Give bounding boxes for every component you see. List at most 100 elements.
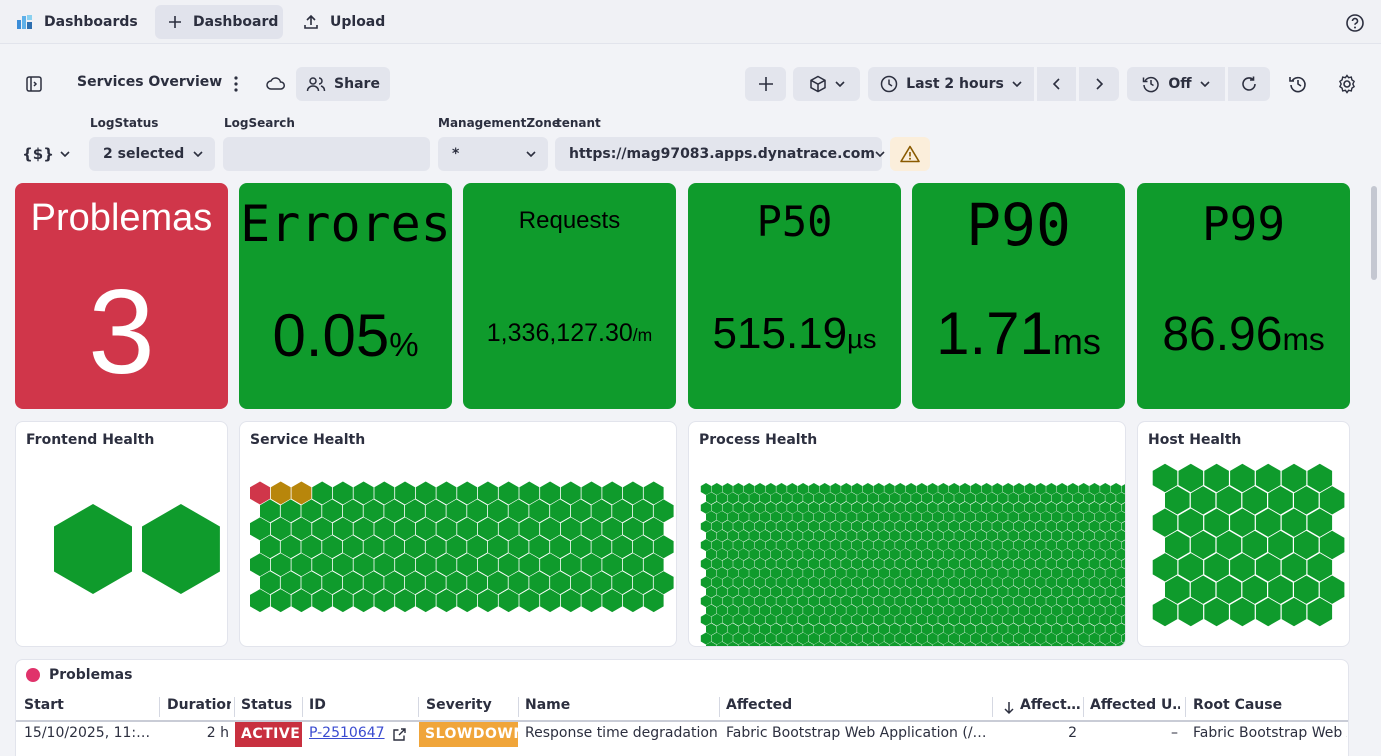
- health-hexagon[interactable]: [415, 481, 436, 505]
- health-hexagon[interactable]: [1062, 548, 1073, 561]
- health-hexagon[interactable]: [1100, 501, 1111, 514]
- health-hexagon[interactable]: [1062, 511, 1073, 523]
- health-hexagon[interactable]: [905, 520, 917, 533]
- health-hexagon[interactable]: [540, 589, 560, 613]
- health-hexagon[interactable]: [965, 548, 976, 561]
- health-hexagon[interactable]: [1083, 548, 1095, 561]
- health-hexagon[interactable]: [632, 571, 653, 595]
- health-hexagon[interactable]: [395, 589, 415, 613]
- health-hexagon[interactable]: [1013, 483, 1025, 495]
- health-hexagon[interactable]: [975, 585, 987, 598]
- health-hexagon[interactable]: [905, 501, 917, 514]
- health-hexagon[interactable]: [1008, 529, 1019, 542]
- health-hexagon[interactable]: [1094, 492, 1105, 505]
- health-hexagon[interactable]: [581, 481, 602, 505]
- health-hexagon[interactable]: [363, 499, 384, 523]
- health-hexagon[interactable]: [1067, 557, 1079, 570]
- health-hexagon[interactable]: [1281, 553, 1307, 582]
- health-hexagon[interactable]: [916, 576, 927, 589]
- health-hexagon[interactable]: [1067, 501, 1079, 514]
- health-hexagon[interactable]: [1178, 463, 1204, 493]
- health-hexagon[interactable]: [905, 557, 917, 570]
- health-hexagon[interactable]: [1072, 623, 1084, 636]
- health-hexagon[interactable]: [1100, 483, 1111, 495]
- process-health-panel[interactable]: Process Health: [688, 421, 1126, 647]
- upload-button[interactable]: Upload: [290, 5, 397, 39]
- column-divider[interactable]: [992, 697, 993, 717]
- column-header-affected-users[interactable]: Affected U…: [1090, 697, 1180, 721]
- health-hexagon[interactable]: [270, 553, 291, 577]
- dashboards-app-button[interactable]: Dashboards: [4, 5, 150, 39]
- health-hexagon[interactable]: [981, 576, 992, 589]
- health-hexagon[interactable]: [1165, 486, 1190, 515]
- column-header-root-cause[interactable]: Root Cause: [1193, 697, 1343, 721]
- health-hexagon[interactable]: [1019, 585, 1030, 598]
- health-hexagon[interactable]: [997, 511, 1008, 523]
- health-hexagon[interactable]: [1165, 530, 1190, 560]
- tile-p50[interactable]: P50 515.19µs: [688, 183, 901, 409]
- health-hexagon[interactable]: [1094, 548, 1105, 561]
- health-hexagon[interactable]: [754, 539, 766, 552]
- health-hexagon[interactable]: [322, 535, 343, 559]
- column-divider[interactable]: [418, 697, 419, 717]
- health-hexagon[interactable]: [813, 529, 825, 542]
- health-hexagon[interactable]: [457, 589, 478, 613]
- health-hexagon[interactable]: [1307, 508, 1333, 537]
- health-hexagon[interactable]: [916, 557, 927, 570]
- health-hexagon[interactable]: [353, 589, 374, 613]
- health-hexagon[interactable]: [632, 499, 653, 523]
- health-hexagon[interactable]: [970, 539, 981, 552]
- health-hexagon[interactable]: [770, 548, 782, 561]
- health-hexagon[interactable]: [581, 553, 602, 577]
- column-header-start[interactable]: Start: [24, 697, 154, 721]
- health-hexagon[interactable]: [395, 517, 415, 541]
- health-hexagon[interactable]: [291, 589, 312, 613]
- health-hexagon[interactable]: [835, 585, 846, 598]
- health-hexagon[interactable]: [1255, 508, 1281, 537]
- tile-problemas[interactable]: Problemas 3: [15, 183, 228, 409]
- health-hexagon[interactable]: [508, 499, 529, 523]
- health-hexagon[interactable]: [332, 517, 353, 541]
- health-hexagon[interactable]: [1190, 530, 1216, 560]
- health-hexagon[interactable]: [867, 604, 879, 617]
- logstatus-select[interactable]: 2 selected: [89, 137, 215, 171]
- health-hexagon[interactable]: [540, 481, 560, 505]
- health-hexagon[interactable]: [1062, 604, 1073, 617]
- health-hexagon[interactable]: [508, 535, 529, 559]
- health-hexagon[interactable]: [1105, 585, 1116, 598]
- health-hexagon[interactable]: [749, 548, 760, 561]
- health-hexagon[interactable]: [1013, 539, 1025, 552]
- health-hexagon[interactable]: [722, 539, 733, 552]
- health-hexagon[interactable]: [770, 567, 782, 580]
- health-hexagon[interactable]: [363, 535, 384, 559]
- health-hexagon[interactable]: [760, 585, 771, 598]
- health-hexagon[interactable]: [1067, 520, 1079, 533]
- health-hexagon[interactable]: [765, 576, 776, 589]
- health-hexagon[interactable]: [570, 535, 591, 559]
- health-hexagon[interactable]: [1152, 553, 1178, 582]
- health-hexagon[interactable]: [765, 632, 776, 645]
- health-hexagon[interactable]: [760, 548, 771, 561]
- health-hexagon[interactable]: [1230, 508, 1255, 537]
- health-hexagon[interactable]: [954, 529, 965, 542]
- health-hexagon[interactable]: [1268, 575, 1293, 604]
- health-hexagon[interactable]: [867, 511, 879, 523]
- health-hexagon[interactable]: [1051, 604, 1062, 617]
- health-hexagon[interactable]: [446, 499, 467, 523]
- health-hexagon[interactable]: [943, 529, 954, 542]
- column-header-severity[interactable]: Severity: [426, 697, 516, 721]
- health-hexagon[interactable]: [1072, 585, 1084, 598]
- health-hexagon[interactable]: [749, 585, 760, 598]
- health-hexagon[interactable]: [384, 535, 405, 559]
- health-hexagon[interactable]: [781, 585, 792, 598]
- health-hexagon[interactable]: [632, 535, 653, 559]
- health-hexagon[interactable]: [508, 571, 529, 595]
- health-hexagon[interactable]: [911, 623, 922, 636]
- column-divider[interactable]: [302, 697, 303, 717]
- frontend-health-panel[interactable]: Frontend Health: [15, 421, 228, 647]
- health-hexagon[interactable]: [841, 557, 852, 570]
- health-hexagon[interactable]: [1019, 548, 1030, 561]
- health-hexagon[interactable]: [813, 585, 825, 598]
- health-hexagon[interactable]: [824, 548, 836, 561]
- health-hexagon[interactable]: [1268, 530, 1293, 560]
